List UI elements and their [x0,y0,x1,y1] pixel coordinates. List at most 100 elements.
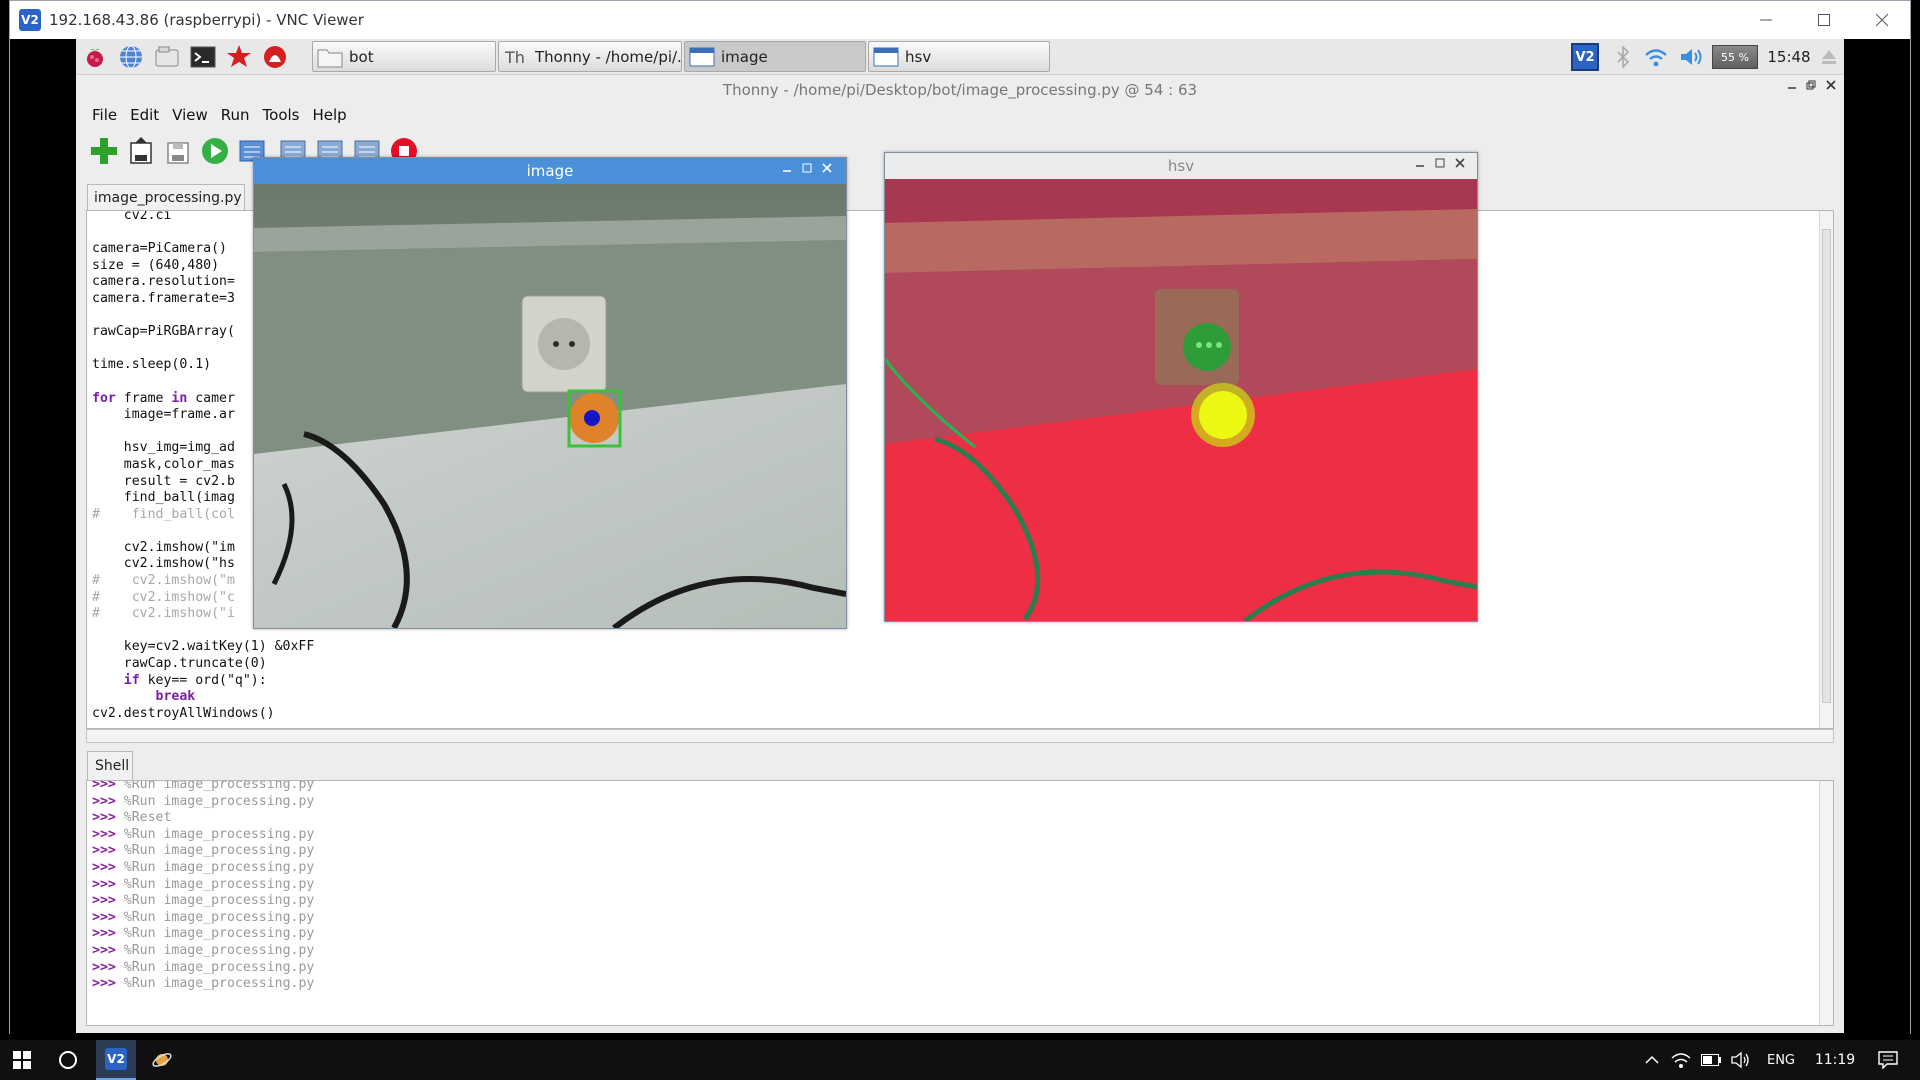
terminal-icon [190,46,216,68]
shell-prompt: >>> [92,893,116,909]
file-manager-launcher[interactable] [151,42,183,72]
language-label: ENG [1766,1052,1795,1068]
eject-button[interactable] [1816,42,1842,72]
new-file-button[interactable] [86,133,122,169]
wolfram-launcher[interactable] [259,42,291,72]
shell-command: %Run image_processing.py [123,926,315,942]
thonny-icon: Th [504,48,525,67]
menu-file[interactable]: File [86,102,124,128]
shell-line: >>> %Run image_processing.py [87,781,314,794]
maximize-button[interactable] [1795,1,1853,39]
speaker-icon [1681,49,1702,65]
shell-panel[interactable]: >>> %Run image_processing.py >>> %Run ima… [86,780,1834,1026]
shell-command: %Run image_processing.py [123,876,315,892]
shell-prompt: >>> [92,876,116,892]
task-thonny[interactable]: Th Thonny - /home/pi/... [498,41,682,72]
taskbar-app[interactable] [142,1040,182,1080]
thonny-close-button[interactable] [1826,79,1836,94]
menu-view[interactable]: View [166,102,215,128]
close-icon [1876,14,1888,26]
run-button[interactable] [197,133,233,169]
menu-run[interactable]: Run [215,102,257,128]
web-browser-launcher[interactable] [115,42,147,72]
taskbar-vnc-viewer[interactable]: V2 [96,1040,136,1080]
bluetooth-icon [1617,46,1630,68]
close-button[interactable] [1853,1,1911,39]
minimize-icon [783,170,791,172]
input-language[interactable]: ENG [1758,1040,1804,1080]
menu-bar: File Edit View Run Tools Help [86,102,354,128]
hsv-maximize-button[interactable] [1435,157,1445,172]
hsv-window-title[interactable]: hsv [885,153,1477,179]
show-hidden-icons-button[interactable] [1640,1040,1664,1080]
hsv-minimize-button[interactable] [1415,157,1425,172]
bluetooth-button[interactable] [1610,42,1636,72]
network-button[interactable] [1668,1040,1694,1080]
shell-prompt: >>> [92,793,116,809]
save-icon [167,142,189,164]
svg-text:Th: Th [504,48,525,67]
shell-output: >>> %Run image_processing.py >>> %Run ima… [87,781,315,993]
minimize-icon [1788,87,1796,89]
editor-vertical-scrollbar[interactable] [1819,211,1833,728]
shell-command: %Run image_processing.py [123,976,315,992]
shell-tab-label: Shell [95,758,130,774]
volume-button[interactable] [1676,42,1706,72]
image-maximize-button[interactable] [802,162,812,177]
task-image[interactable]: image [684,41,866,72]
pi-clock: 15:48 [1767,48,1811,66]
editor-horizontal-scrollbar[interactable] [86,729,1834,743]
close-icon [822,163,832,173]
vnc-titlebar[interactable]: V2 192.168.43.86 (raspberrypi) - VNC Vie… [10,1,1910,39]
editor-tab[interactable]: image_processing.py [87,184,245,212]
task-hsv[interactable]: hsv [868,41,1050,72]
image-minimize-button[interactable] [782,162,792,177]
save-file-button[interactable] [160,133,196,169]
hsv-image [885,179,1477,621]
code-line: rawCap.truncate(0) [92,656,267,672]
terminal-launcher[interactable] [187,42,219,72]
raspberry-pi-desktop[interactable]: bot Th Thonny - /home/pi/... image hsv V… [76,39,1844,1033]
code-line: if key== ord("q"): [123,672,267,688]
thonny-minimize-button[interactable] [1787,79,1797,94]
code-line: key=cv2.waitKey(1) &0xFF [92,639,315,655]
shell-prompt: >>> [92,942,116,958]
vnc-tray-button[interactable]: V2 [1568,42,1602,72]
minimize-button[interactable] [1737,1,1795,39]
open-file-button[interactable] [123,133,159,169]
menu-edit[interactable]: Edit [124,102,166,128]
menu-tools[interactable]: Tools [257,102,307,128]
search-button[interactable] [48,1040,88,1080]
start-button[interactable] [0,1040,44,1080]
task-label: Thonny - /home/pi/... [535,47,682,66]
vnc-tray-icon: V2 [1571,43,1599,71]
battery-button[interactable] [1698,1040,1724,1080]
action-center-button[interactable] [1866,1040,1910,1080]
code-line: break [155,689,196,705]
raspberry-menu-button[interactable] [79,42,111,72]
volume-button[interactable] [1728,1040,1754,1080]
pi-taskbar: bot Th Thonny - /home/pi/... image hsv V… [76,39,1844,75]
image-close-button[interactable] [822,162,832,177]
editor-tab-label: image_processing.py [94,190,242,206]
close-icon [1455,158,1465,168]
shell-prompt: >>> [92,926,116,942]
shell-command: %Run image_processing.py [123,843,315,859]
hsv-close-button[interactable] [1455,157,1465,172]
shell-tab[interactable]: Shell [87,751,133,780]
hsv-window[interactable]: hsv [884,152,1478,622]
shell-prompt: >>> [92,976,116,992]
scrollbar-thumb[interactable] [1822,229,1831,703]
minimize-icon [1416,165,1424,167]
image-window-title[interactable]: image [254,158,846,184]
mathematica-launcher[interactable] [223,42,255,72]
file-manager-icon [155,46,179,67]
windows-clock[interactable]: 11:19 [1806,1040,1864,1080]
play-icon [202,138,228,164]
wifi-button[interactable] [1641,42,1671,72]
image-window[interactable]: image [253,157,847,629]
menu-help[interactable]: Help [307,102,354,128]
thonny-restore-button[interactable] [1806,79,1816,94]
task-bot[interactable]: bot [312,41,496,72]
shell-scrollbar[interactable] [1819,781,1833,1025]
